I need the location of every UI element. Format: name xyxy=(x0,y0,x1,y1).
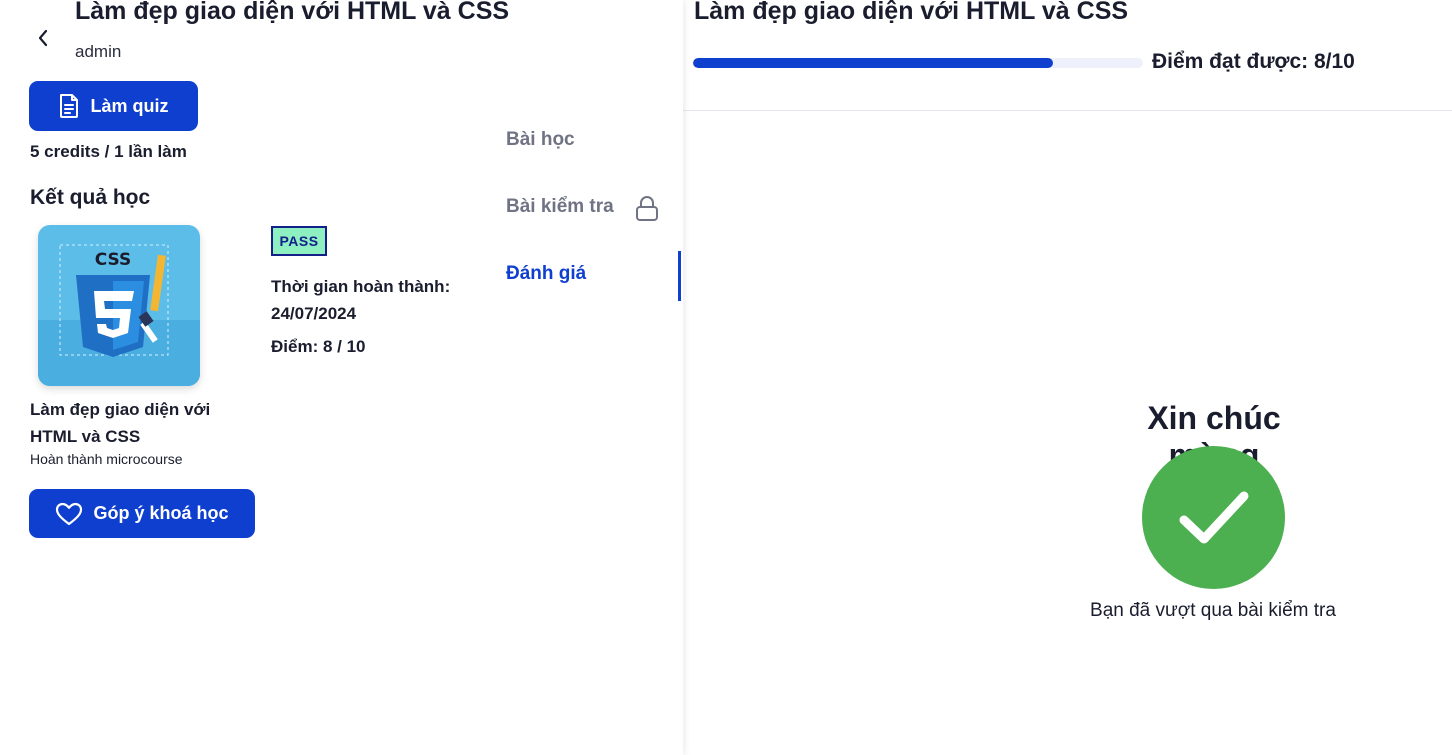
take-quiz-label: Làm quiz xyxy=(90,95,169,116)
result-course-subtitle: Hoàn thành microcourse xyxy=(30,451,183,467)
document-icon xyxy=(60,94,79,118)
score-progress-bar xyxy=(693,58,1143,68)
nav-tests[interactable]: Bài kiểm tra xyxy=(506,196,614,218)
success-check-icon xyxy=(1142,446,1285,589)
header-divider xyxy=(683,110,1452,111)
heart-icon xyxy=(56,502,83,525)
chevron-left-icon xyxy=(38,29,48,47)
nav-active-indicator xyxy=(678,251,681,301)
css3-logo-icon: CSS xyxy=(38,225,200,386)
course-thumbnail[interactable]: CSS xyxy=(38,225,200,386)
quiz-result-title: Làm đẹp giao diện với HTML và CSS xyxy=(694,0,1129,25)
pass-badge: PASS xyxy=(271,226,327,256)
thumbnail-text: CSS xyxy=(95,250,132,270)
take-quiz-button[interactable]: Làm quiz xyxy=(29,81,198,131)
credits-info: 5 credits / 1 lần làm xyxy=(30,142,187,161)
course-sidebar: Làm đẹp giao diện với HTML và CSS admin … xyxy=(0,0,683,755)
lock-icon xyxy=(636,196,658,221)
course-feedback-label: Góp ý khoá học xyxy=(93,503,229,523)
nav-review[interactable]: Đánh giá xyxy=(506,263,586,285)
course-feedback-button[interactable]: Góp ý khoá học xyxy=(29,489,255,538)
score-progress-fill xyxy=(693,58,1053,68)
course-author: admin xyxy=(75,42,122,61)
checkmark-icon xyxy=(1179,491,1248,543)
score-achieved: Điểm đạt được: 8/10 xyxy=(1152,50,1355,73)
back-button[interactable] xyxy=(30,24,56,52)
course-title: Làm đẹp giao diện với HTML và CSS xyxy=(75,0,510,25)
completion-date: Thời gian hoàn thành: 24/07/2024 xyxy=(271,277,451,323)
results-heading: Kết quả học xyxy=(30,186,151,209)
result-course-name: Làm đẹp giao diện với HTML và CSS xyxy=(30,400,211,446)
result-score: Điểm: 8 / 10 xyxy=(271,337,366,356)
nav-lessons[interactable]: Bài học xyxy=(506,129,575,151)
passed-message: Bạn đã vượt qua bài kiểm tra xyxy=(1090,600,1336,621)
